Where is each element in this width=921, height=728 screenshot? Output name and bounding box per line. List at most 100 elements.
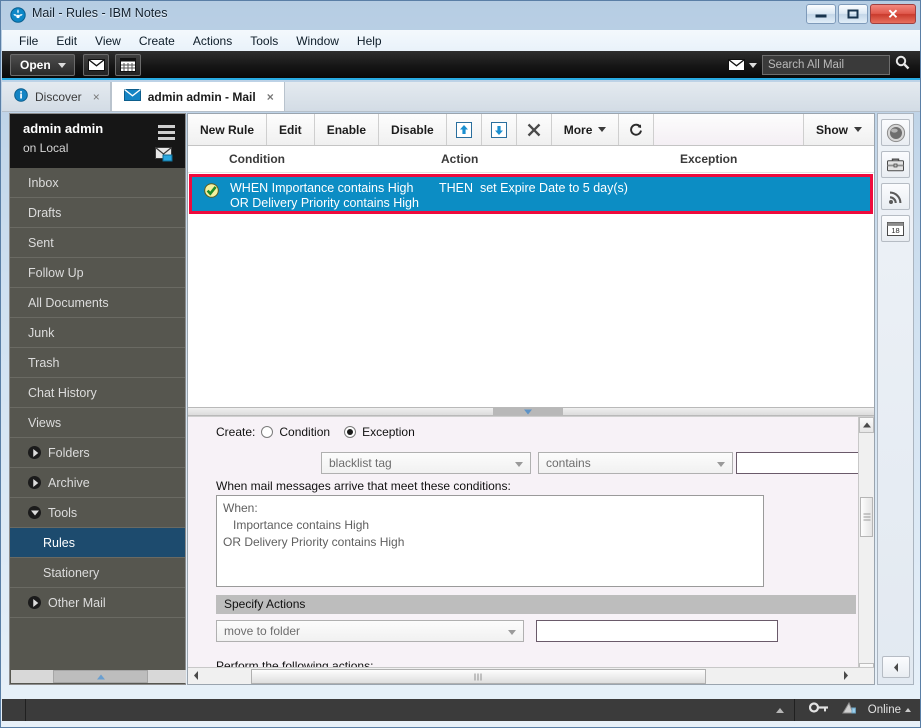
radio-condition[interactable] xyxy=(261,426,273,438)
menu-tools[interactable]: Tools xyxy=(241,32,287,50)
tab-discover[interactable]: Discover × xyxy=(2,82,111,111)
search-input[interactable] xyxy=(762,55,890,75)
briefcase-icon[interactable] xyxy=(881,151,910,178)
network-icon[interactable] xyxy=(840,701,857,720)
online-status[interactable]: Online xyxy=(868,704,911,716)
refresh-button[interactable] xyxy=(618,114,654,145)
close-button[interactable]: ✕ xyxy=(870,4,916,24)
scroll-left-button[interactable] xyxy=(190,669,206,684)
conditions-textarea[interactable]: When: Importance contains High OR Delive… xyxy=(216,495,764,587)
key-icon[interactable] xyxy=(809,701,829,719)
field-dropdown-value: blacklist tag xyxy=(329,456,392,470)
menu-create[interactable]: Create xyxy=(130,32,184,50)
edit-button[interactable]: Edit xyxy=(267,114,315,145)
tab-bar: Discover × admin admin - Mail × xyxy=(2,82,920,112)
menu-actions[interactable]: Actions xyxy=(184,32,241,50)
calendar-18-icon[interactable]: 18 xyxy=(881,215,910,242)
sidebar-group-archive[interactable]: Archive xyxy=(10,468,185,498)
search-area xyxy=(728,55,910,75)
tab-discover-close[interactable]: × xyxy=(93,90,100,104)
sidebar-item-stationery[interactable]: Stationery xyxy=(10,558,185,588)
new-rule-button[interactable]: New Rule xyxy=(188,114,267,145)
action-value-input[interactable] xyxy=(536,620,778,642)
form-vertical-scrollbar[interactable] xyxy=(858,417,874,678)
move-up-button[interactable] xyxy=(447,114,482,145)
minimize-button[interactable] xyxy=(806,4,836,24)
move-down-button[interactable] xyxy=(482,114,517,145)
search-icon[interactable] xyxy=(895,55,910,75)
disable-button[interactable]: Disable xyxy=(379,114,447,145)
menu-view[interactable]: View xyxy=(86,32,130,50)
sidebar-item-drafts[interactable]: Drafts xyxy=(10,198,185,228)
column-header-condition[interactable]: Condition xyxy=(229,152,285,166)
operator-dropdown[interactable]: contains xyxy=(538,452,733,474)
mail-toolbar-button[interactable] xyxy=(83,54,109,76)
sidebar-item-label: Folders xyxy=(48,446,90,460)
sidebar-user-name: admin admin xyxy=(23,121,175,136)
chevron-up-icon[interactable] xyxy=(776,708,784,713)
sidebar-group-tools[interactable]: Tools xyxy=(10,498,185,528)
sidebar-item-chat-history[interactable]: Chat History xyxy=(10,378,185,408)
show-button[interactable]: Show xyxy=(804,114,874,145)
table-row[interactable]: WHEN Importance contains High THEN set E… xyxy=(189,174,873,214)
delete-button[interactable] xyxy=(517,114,552,145)
main-scroll-thumb[interactable] xyxy=(251,669,706,684)
chevron-down-icon xyxy=(854,127,862,132)
rule-action-text: THEN set Expire Date to 5 day(s) xyxy=(439,181,628,195)
condition-value-input[interactable] xyxy=(736,452,866,474)
tab-admin-mail[interactable]: admin admin - Mail × xyxy=(111,82,285,111)
menu-window[interactable]: Window xyxy=(287,32,348,50)
sidebar-item-list: Inbox Drafts Sent Follow Up All Document… xyxy=(10,168,185,668)
sidebar-item-views[interactable]: Views xyxy=(10,408,185,438)
radio-exception[interactable] xyxy=(344,426,356,438)
scroll-up-button[interactable] xyxy=(859,417,874,433)
rules-action-toolbar: New Rule Edit Enable Disable xyxy=(188,114,874,146)
scroll-right-button[interactable] xyxy=(840,669,856,684)
status-message-area[interactable] xyxy=(26,699,795,721)
enable-button[interactable]: Enable xyxy=(315,114,379,145)
column-header-action[interactable]: Action xyxy=(441,152,478,166)
mail-badge-icon[interactable] xyxy=(155,146,176,167)
panel-splitter[interactable] xyxy=(188,407,874,416)
sidebar-item-label: Trash xyxy=(28,356,60,370)
sidebar-item-junk[interactable]: Junk xyxy=(10,318,185,348)
main-horizontal-scrollbar[interactable] xyxy=(188,667,874,684)
window-controls: ✕ xyxy=(806,4,916,24)
sidebar-horizontal-scrollbar[interactable] xyxy=(11,670,186,683)
sidebar-item-rules[interactable]: Rules xyxy=(10,528,185,558)
sidebar-item-all-documents[interactable]: All Documents xyxy=(10,288,185,318)
collapse-left-icon[interactable] xyxy=(882,656,910,678)
splitter-collapse-handle[interactable] xyxy=(493,408,563,415)
sametime-contacts-icon[interactable] xyxy=(881,119,910,146)
menu-file[interactable]: File xyxy=(10,32,47,50)
main-content: New Rule Edit Enable Disable xyxy=(187,113,875,685)
green-check-icon[interactable] xyxy=(204,183,219,203)
menu-help[interactable]: Help xyxy=(348,32,391,50)
sidebar-item-sent[interactable]: Sent xyxy=(10,228,185,258)
calendar-toolbar-button[interactable] xyxy=(115,54,141,76)
action-dropdown[interactable]: move to folder xyxy=(216,620,524,642)
sidebar-group-other-mail[interactable]: Other Mail xyxy=(10,588,185,618)
sidebar-item-trash[interactable]: Trash xyxy=(10,348,185,378)
column-header-exception[interactable]: Exception xyxy=(680,152,737,166)
sidebar-group-folders[interactable]: Folders xyxy=(10,438,185,468)
conditions-label: When mail messages arrive that meet thes… xyxy=(216,479,511,493)
more-button[interactable]: More xyxy=(552,114,619,145)
sidebar-item-follow-up[interactable]: Follow Up xyxy=(10,258,185,288)
field-dropdown[interactable]: blacklist tag xyxy=(321,452,531,474)
create-row: Create: Condition Exception xyxy=(216,425,415,439)
menu-edit[interactable]: Edit xyxy=(47,32,86,50)
hamburger-icon[interactable] xyxy=(158,125,175,143)
sidebar-scroll-thumb[interactable] xyxy=(53,670,148,683)
open-button[interactable]: Open xyxy=(10,54,75,76)
tab-admin-mail-close[interactable]: × xyxy=(267,90,274,104)
form-scroll-thumb[interactable] xyxy=(860,497,873,537)
sidebar-item-inbox[interactable]: Inbox xyxy=(10,168,185,198)
search-scope-button[interactable] xyxy=(728,59,757,71)
chevron-down-icon xyxy=(58,63,66,68)
feeds-icon[interactable] xyxy=(881,183,910,210)
maximize-button[interactable] xyxy=(838,4,868,24)
tab-discover-label: Discover xyxy=(35,90,82,104)
calendar-icon xyxy=(120,58,136,72)
sidebar-item-label: Archive xyxy=(48,476,90,490)
